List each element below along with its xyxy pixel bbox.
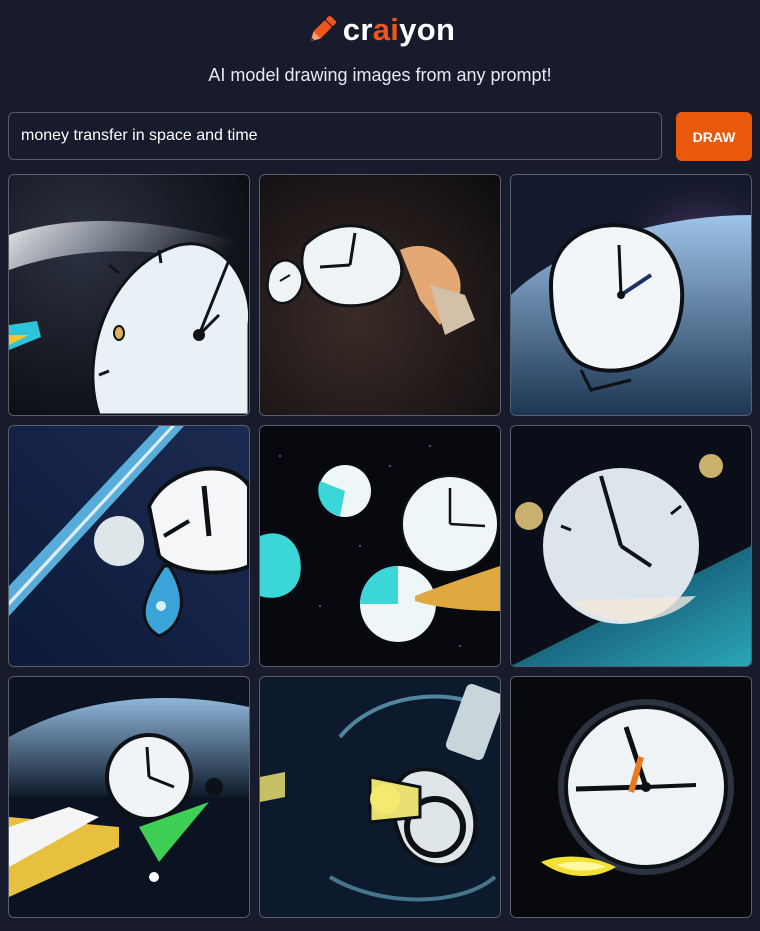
- result-image-6[interactable]: [510, 425, 752, 667]
- logo-text-yon: yon: [399, 12, 456, 47]
- logo-text: craiyon: [343, 10, 455, 50]
- logo[interactable]: craiyon: [0, 10, 760, 50]
- results-grid: [8, 174, 752, 918]
- prompt-input[interactable]: [8, 112, 662, 160]
- pencil-icon: [310, 15, 337, 42]
- logo-text-cr: cr: [342, 12, 373, 47]
- result-image-4[interactable]: [8, 425, 250, 667]
- result-image-5[interactable]: [259, 425, 501, 667]
- craiyon-page: craiyon AI model drawing images from any…: [0, 0, 760, 931]
- result-image-3[interactable]: [510, 174, 752, 416]
- result-image-8[interactable]: [259, 676, 501, 918]
- result-image-9[interactable]: [510, 676, 752, 918]
- draw-button[interactable]: DRAW: [676, 112, 752, 161]
- result-image-7[interactable]: [8, 676, 250, 918]
- result-image-1[interactable]: [8, 174, 250, 416]
- tagline: AI model drawing images from any prompt!: [208, 65, 552, 85]
- logo-text-ai: ai: [372, 12, 400, 47]
- result-image-2[interactable]: [259, 174, 501, 416]
